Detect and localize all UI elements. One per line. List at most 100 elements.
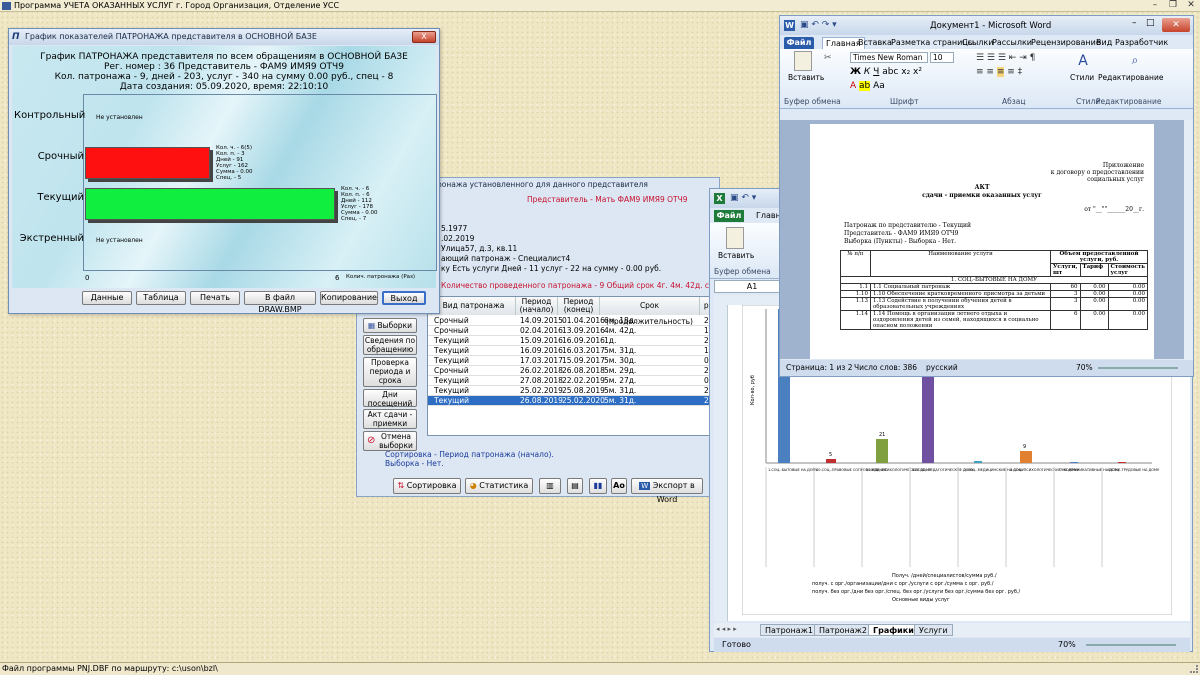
word-zoom-slider[interactable]: [1098, 367, 1178, 369]
bar-data-label: Спец. - 5: [216, 175, 242, 181]
case-info-button[interactable]: Сведения по обращению: [363, 335, 417, 355]
print-chart-button[interactable]: Печать: [190, 291, 240, 305]
table-row[interactable]: Срочный26.02.201826.08.20185м. 29д.28: [428, 366, 718, 376]
visit-days-button[interactable]: Дни посещений: [363, 389, 417, 408]
page-count[interactable]: Страница: 1 из 2: [786, 360, 853, 376]
table-row[interactable]: Текущий17.03.201715.09.20175м. 30д.07: [428, 356, 718, 366]
table-cell: 15.09.2016: [520, 336, 563, 345]
save-icon[interactable]: ▣ ↶ ▾: [730, 193, 756, 203]
tab-insert[interactable]: Вставка: [858, 37, 892, 49]
word-zoom[interactable]: 70%: [1076, 360, 1093, 376]
tab-mailings[interactable]: Рассылки: [992, 37, 1032, 49]
table-row[interactable]: Текущий16.09.201616.03.20175м. 31д.16: [428, 346, 718, 356]
word-paste-icon[interactable]: [794, 51, 812, 71]
act-row: 1.10 1.10 Обеспечение кратковременного пр…: [840, 290, 1149, 298]
word-paste-label[interactable]: Вставить: [788, 73, 824, 82]
excel-file-tab[interactable]: Файл: [714, 210, 744, 222]
col-start[interactable]: Период (начало): [516, 297, 558, 315]
table-row[interactable]: Срочный02.04.201613.09.20164м. 42д.13: [428, 326, 718, 336]
act-cell: 1.14 Помощь в организации летнего отдыха…: [870, 310, 1051, 330]
font-size-select[interactable]: 10: [930, 52, 954, 63]
excel-paste-label[interactable]: Вставить: [718, 251, 754, 260]
align-icons[interactable]: ≡ ≡ ≡ ≡ ‡: [976, 67, 1022, 77]
table-row[interactable]: Текущий15.09.201616.09.20161д.26: [428, 336, 718, 346]
font-button[interactable]: Ao: [611, 478, 627, 494]
col-type[interactable]: Вид патронажа: [432, 297, 516, 315]
word-scrollbar[interactable]: [1184, 120, 1193, 360]
sort-button[interactable]: ⇅ Сортировка: [393, 478, 461, 494]
font-name-select[interactable]: Times New Roman: [850, 52, 928, 63]
sheet-tab-1[interactable]: Патронаж1: [760, 624, 818, 636]
exit-button[interactable]: Выход: [382, 291, 426, 305]
table-row[interactable]: Текущий26.08.201925.02.20205м. 31д.29: [428, 396, 718, 406]
word-close-icon[interactable]: ✕: [1162, 18, 1190, 32]
export-word-button[interactable]: W Экспорт в Word: [631, 478, 703, 504]
word-document-area[interactable]: Приложение к договору о предоставлении с…: [780, 120, 1184, 359]
table-row[interactable]: Текущий27.08.201822.02.20195м. 27д.03: [428, 376, 718, 386]
list-icons[interactable]: ☰ ☰ ☰ ⇤ ⇥ ¶: [976, 53, 1035, 63]
excel-home-tab[interactable]: Главн: [756, 211, 781, 220]
tab-view[interactable]: Вид: [1096, 37, 1112, 49]
excel-chart-caption: получ. с орг./организации/дни с орг./усл…: [812, 581, 994, 587]
chart-close-button[interactable]: X: [412, 31, 436, 43]
styles-label[interactable]: Стили: [1070, 73, 1094, 82]
word-maximize-icon[interactable]: □: [1146, 18, 1155, 28]
tab-developer[interactable]: Разработчик: [1115, 37, 1168, 49]
cut-icon[interactable]: ✂: [824, 53, 832, 63]
statistics-button[interactable]: ◕ Статистика: [465, 478, 533, 494]
language[interactable]: русский: [926, 360, 958, 376]
word-minimize-icon[interactable]: –: [1132, 18, 1137, 28]
table-cell: Срочный: [434, 366, 469, 375]
acceptance-act-button[interactable]: Акт сдачи - приемки: [363, 409, 417, 429]
tab-review[interactable]: Рецензирование: [1031, 37, 1101, 49]
filters-button[interactable]: ▦ Выборки: [363, 318, 417, 333]
resize-grip-icon[interactable]: [1190, 665, 1198, 673]
sheet-tab-4[interactable]: Услуги: [914, 624, 953, 636]
text-color-icons[interactable]: A ab Aa: [850, 81, 885, 91]
col-duration[interactable]: Срок (продолжительность): [600, 297, 700, 326]
tab-references[interactable]: Ссылки: [962, 37, 993, 49]
table-row[interactable]: Текущий25.02.201925.08.20195м. 31д.25: [428, 386, 718, 396]
excel-bar: [1118, 462, 1126, 463]
minimize-icon[interactable]: –: [1146, 0, 1164, 12]
paste-icon[interactable]: [726, 227, 744, 249]
editing-label[interactable]: Редактирование: [1098, 73, 1163, 82]
restore-icon[interactable]: ❐: [1164, 0, 1182, 12]
x-tick-label: 6: [335, 274, 340, 282]
word-file-tab[interactable]: Файл: [784, 37, 814, 49]
table-button[interactable]: Таблица: [136, 291, 186, 305]
styles-icon[interactable]: A: [1074, 53, 1092, 71]
category-label: Срочный: [37, 151, 84, 162]
table-cell: 17.03.2017: [520, 356, 563, 365]
excel-category-label: 1.СОЦ.-БЫТОВЫЕ НА ДОМУ: [768, 468, 818, 472]
save-bmp-button[interactable]: В файл DRAW.BMP: [244, 291, 316, 314]
chart-button[interactable]: ▮▮: [589, 478, 607, 494]
table-view-button[interactable]: ▥: [539, 478, 561, 494]
group-paragraph: Абзац: [1002, 97, 1026, 106]
excel-zoom[interactable]: 70%: [1058, 638, 1076, 652]
th-tariff: Тариф: [1079, 263, 1109, 277]
col-end[interactable]: Период (конец): [558, 297, 600, 315]
check-period-button[interactable]: Проверка периода и срока: [363, 357, 417, 387]
format-icons[interactable]: Ж К Ч abc x₂ x²: [850, 67, 922, 77]
quick-access-icon[interactable]: ▣ ↶ ↷ ▾: [800, 20, 837, 30]
print-button[interactable]: ▤: [567, 478, 583, 494]
close-icon[interactable]: ✕: [1182, 0, 1200, 12]
table-cell: Текущий: [434, 356, 469, 365]
section-row: 1. СОЦ.-БЫТОВЫЕ НА ДОМУ: [840, 276, 1148, 284]
status-text: Файл программы PNJ.DBF по маршруту: c:\u…: [2, 664, 218, 673]
doc-line-3: Выборка (Пункты) - Выборка - Нет.: [844, 238, 957, 245]
app-title-bar: Программа УЧЕТА ОКАЗАННЫХ УСЛУГ г. Город…: [0, 0, 1200, 12]
cancel-filter-button[interactable]: ⊘ Отмена выборки: [363, 431, 417, 451]
table-row[interactable]: Срочный14.09.201501.04.20166м. 18д.27: [428, 316, 718, 326]
copy-button[interactable]: Копирование: [320, 291, 378, 305]
word-count[interactable]: Число слов: 386: [854, 360, 917, 376]
data-button[interactable]: Данные: [82, 291, 132, 305]
sheet-nav-icon[interactable]: ◂ ◂ ▸ ▸: [716, 625, 737, 633]
word-ruler[interactable]: [780, 110, 1193, 120]
sheet-tab-3[interactable]: Графики: [868, 624, 919, 636]
sheet-tab-2[interactable]: Патронаж2: [814, 624, 872, 636]
table-cell: 5м. 31д.: [604, 396, 637, 405]
find-icon[interactable]: ⌕: [1126, 53, 1144, 71]
excel-zoom-slider[interactable]: [1086, 644, 1176, 646]
